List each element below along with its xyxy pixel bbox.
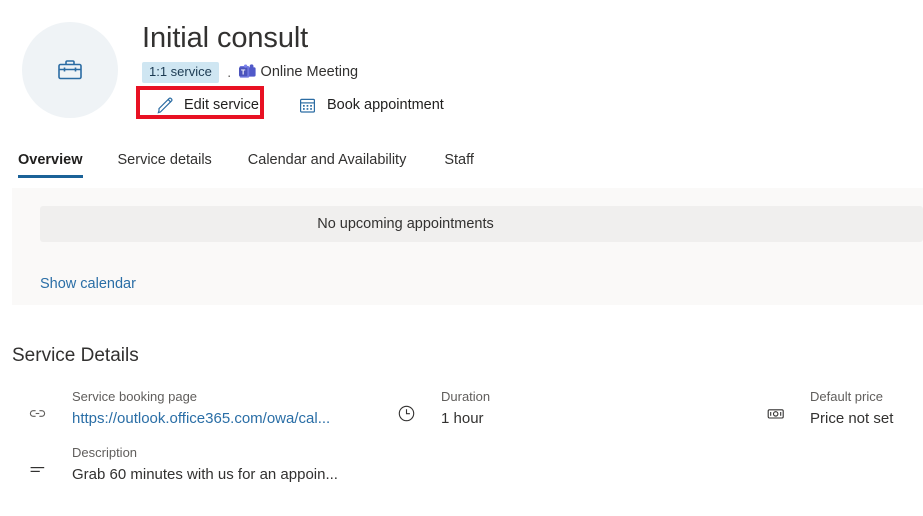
money-icon (766, 388, 796, 430)
header-actions: Edit service Book appointment (142, 91, 842, 119)
empty-state-label: No upcoming appointments (317, 216, 494, 232)
description-value: Grab 60 minutes with us for an appoin... (72, 466, 338, 483)
meeting-type-label: Online Meeting (260, 64, 359, 80)
calendar-icon (297, 95, 319, 115)
detail-text: Duration 1 hour (441, 388, 490, 430)
detail-text: Description Grab 60 minutes with us for … (72, 444, 338, 486)
detail-text: Default price Price not set (810, 388, 893, 430)
tab-calendar-and-availability[interactable]: Calendar and Availability (248, 146, 407, 178)
detail-row: Service booking page https://outlook.off… (0, 388, 923, 444)
meta-separator: · (226, 67, 232, 83)
detail-label: Description (72, 445, 138, 460)
pencil-edit-icon (154, 95, 176, 115)
clock-icon (397, 388, 427, 430)
detail-item-description: Description Grab 60 minutes with us for … (28, 444, 338, 486)
detail-item-default-price: Default price Price not set (766, 388, 893, 430)
link-icon (28, 388, 58, 430)
status-badge: 1:1 service (142, 61, 219, 83)
duration-value: 1 hour (441, 410, 484, 427)
edit-service-button[interactable]: Edit service (142, 91, 273, 119)
detail-label: Duration (441, 389, 491, 404)
default-price-value: Price not set (810, 410, 894, 427)
detail-label: Default price (810, 389, 883, 404)
service-header: Initial consult 1:1 service · T Online M… (0, 0, 923, 140)
tab-bar: Overview Service details Calendar and Av… (0, 146, 923, 186)
book-appointment-label: Book appointment (326, 97, 444, 113)
upcoming-appointments-empty-state: No upcoming appointments (40, 206, 923, 242)
detail-label: Service booking page (72, 389, 198, 404)
service-details-grid: Service booking page https://outlook.off… (0, 388, 923, 500)
avatar (22, 22, 118, 118)
tab-staff[interactable]: Staff (444, 146, 474, 178)
detail-item-duration: Duration 1 hour (397, 388, 490, 430)
detail-row: Description Grab 60 minutes with us for … (0, 444, 923, 500)
tab-overview[interactable]: Overview (18, 146, 83, 178)
tab-service-details[interactable]: Service details (118, 146, 212, 178)
overview-panel: No upcoming appointments Show calendar (12, 188, 923, 305)
briefcase-icon (54, 54, 86, 86)
edit-service-label: Edit service (184, 97, 259, 113)
service-meta-row: 1:1 service · T Online Meeting (142, 61, 842, 83)
microsoft-teams-icon: T (238, 64, 256, 80)
book-appointment-button[interactable]: Book appointment (291, 91, 450, 119)
svg-text:T: T (241, 69, 246, 76)
description-lines-icon (28, 444, 58, 486)
detail-item-service-booking-page: Service booking page https://outlook.off… (28, 388, 330, 430)
service-booking-page-url[interactable]: https://outlook.office365.com/owa/cal... (72, 408, 330, 430)
detail-text: Service booking page https://outlook.off… (72, 388, 330, 430)
header-main: Initial consult 1:1 service · T Online M… (142, 20, 842, 119)
page-title: Initial consult (142, 22, 309, 54)
service-details-heading: Service Details (12, 345, 139, 366)
show-calendar-link[interactable]: Show calendar (40, 276, 136, 292)
